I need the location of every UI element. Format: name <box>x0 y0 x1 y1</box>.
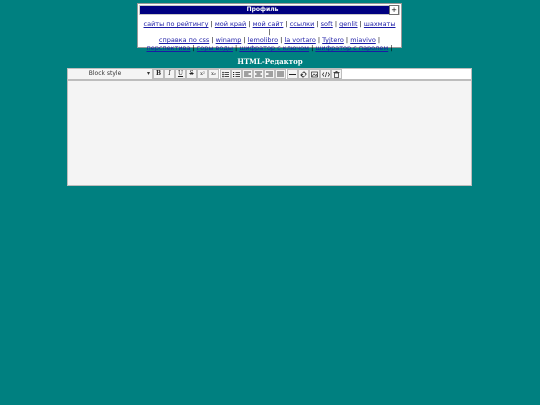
link-mountains-water[interactable]: горы воды <box>197 44 233 52</box>
link-genlit[interactable]: genlit <box>339 20 357 28</box>
block-style-select[interactable]: Block style ▾ <box>68 69 153 79</box>
numbered-list-button[interactable] <box>231 69 242 79</box>
bold-button[interactable]: B <box>153 69 164 79</box>
link-winamp[interactable]: winamp <box>216 36 242 44</box>
editor-toolbar: Block style ▾ B I U S x² x₂ <box>67 68 472 80</box>
align-center-button[interactable] <box>253 69 264 79</box>
strikethrough-button[interactable]: S <box>186 69 197 79</box>
source-code-button[interactable] <box>320 69 331 79</box>
link-lemolibro[interactable]: lemolibro <box>248 36 278 44</box>
align-center-icon <box>255 71 262 77</box>
link-chess[interactable]: шахматы <box>364 20 396 28</box>
italic-button[interactable]: I <box>164 69 175 79</box>
link-sites-rating[interactable]: сайты по рейтингу <box>144 20 209 28</box>
horizontal-rule-icon <box>289 74 296 75</box>
editor-title: HTML-Редактор <box>237 57 303 66</box>
clear-format-button[interactable] <box>331 69 342 79</box>
link-tyjtero[interactable]: Tyjtero <box>322 36 344 44</box>
chevron-down-icon: ▾ <box>146 70 150 77</box>
align-left-icon <box>244 71 251 77</box>
align-left-button[interactable] <box>242 69 253 79</box>
align-right-button[interactable] <box>264 69 275 79</box>
underline-button[interactable]: U <box>175 69 186 79</box>
insert-link-button[interactable] <box>298 69 309 79</box>
code-icon <box>321 71 330 78</box>
link-la-vortaro[interactable]: la vortaro <box>284 36 315 44</box>
insert-image-button[interactable] <box>309 69 320 79</box>
align-right-icon <box>266 71 273 77</box>
profile-title: Профиль <box>246 6 279 13</box>
align-justify-icon <box>277 71 284 77</box>
editor-content-area[interactable] <box>67 80 472 186</box>
image-icon <box>311 71 318 78</box>
bullet-list-icon <box>222 71 229 78</box>
link-perspective[interactable]: перспектива <box>146 44 190 52</box>
bullet-list-button[interactable] <box>220 69 231 79</box>
profile-expand-button[interactable]: + <box>389 5 399 15</box>
profile-panel: Профиль + сайты по рейтингу | мой край |… <box>137 3 402 52</box>
link-links[interactable]: ссылки <box>290 20 315 28</box>
link-key-cipher[interactable]: шифратор с ключом <box>239 44 309 52</box>
superscript-button[interactable]: x² <box>197 69 208 79</box>
link-soft[interactable]: soft <box>321 20 333 28</box>
link-password-cipher[interactable]: шифратор с паролем <box>315 44 388 52</box>
link-css-reference[interactable]: справка по css <box>159 36 209 44</box>
subscript-button[interactable]: x₂ <box>208 69 219 79</box>
profile-links: сайты по рейтингу | мой край | мой сайт … <box>143 20 396 52</box>
link-icon <box>300 71 307 78</box>
horizontal-rule-button[interactable] <box>287 69 298 79</box>
block-style-value: Block style <box>88 70 122 77</box>
link-my-site[interactable]: мой сайт <box>253 20 284 28</box>
link-my-region[interactable]: мой край <box>215 20 246 28</box>
align-justify-button[interactable] <box>275 69 286 79</box>
numbered-list-icon <box>233 72 240 77</box>
trash-icon <box>333 71 340 78</box>
link-miavivo[interactable]: miavivo <box>350 36 376 44</box>
profile-header: Профиль + <box>139 5 400 15</box>
